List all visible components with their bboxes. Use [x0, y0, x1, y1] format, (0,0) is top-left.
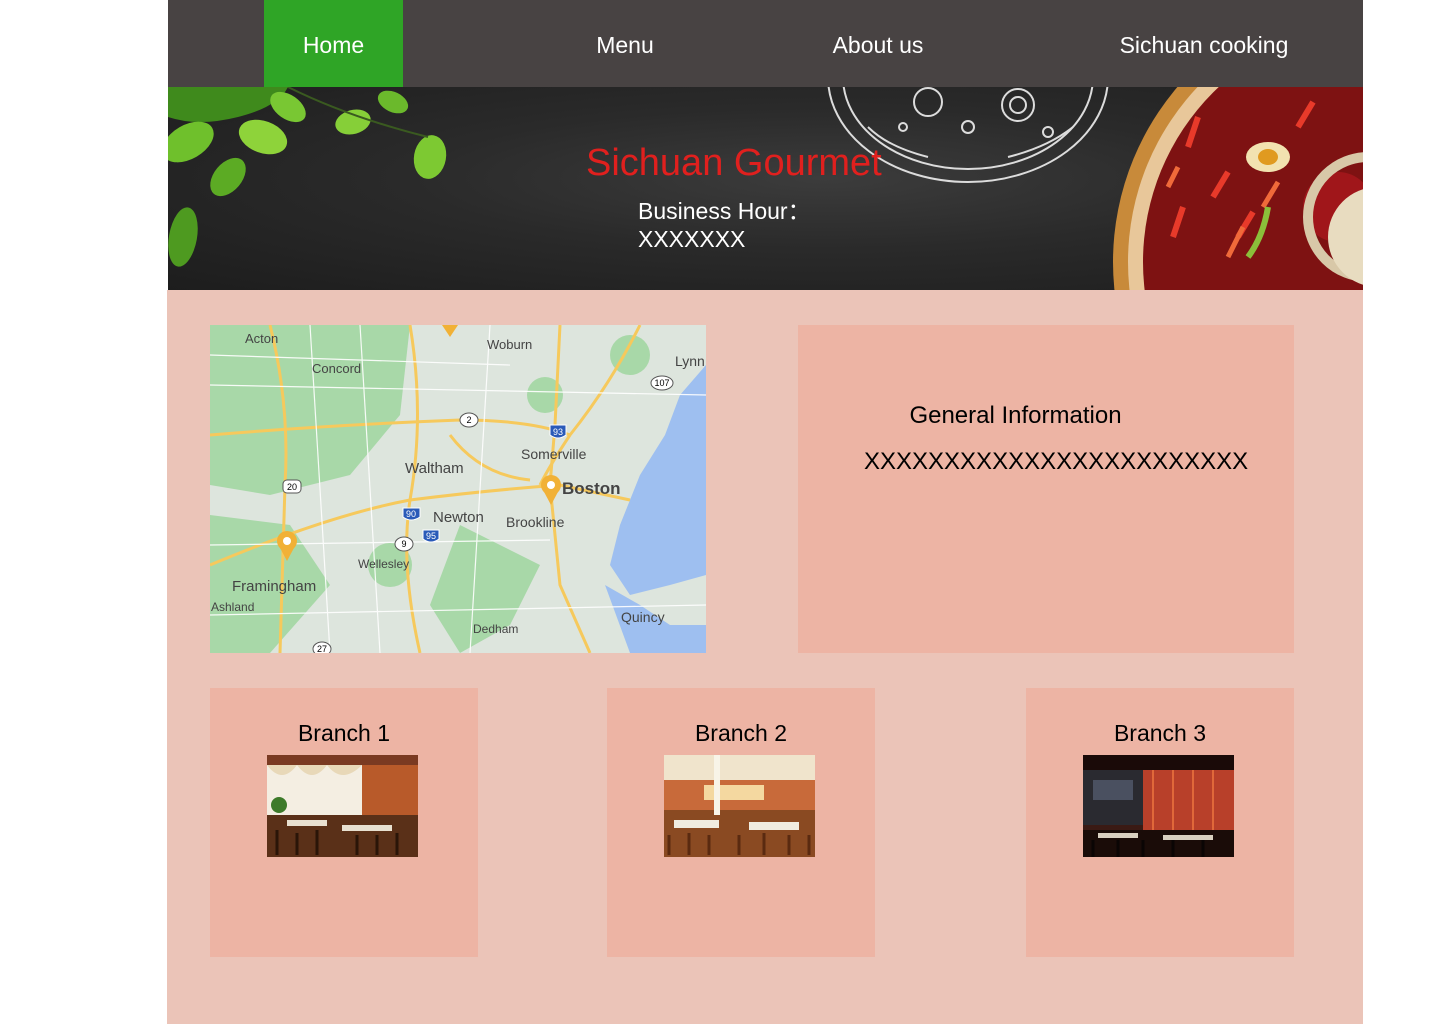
nav-item-home[interactable]: Home [264, 0, 403, 87]
map-label-brookline: Brookline [506, 514, 565, 530]
hero-banner: Sichuan Gourmet Business Hour： XXXXXXX [168, 87, 1363, 290]
interstate-95-shield: 95 [422, 529, 440, 543]
general-information-body: XXXXXXXXXXXXXXXXXXXXXXXX [864, 448, 1249, 475]
route-9-shield: 9 [394, 536, 414, 552]
hotpot-bowl-image [1113, 87, 1363, 290]
route-2-shield: 2 [459, 412, 479, 428]
location-map[interactable]: Acton Woburn Lynn Concord Somerville Wal… [210, 325, 706, 653]
map-label-quincy: Quincy [621, 609, 665, 625]
map-label-newton: Newton [433, 509, 484, 526]
branch-2-photo[interactable] [664, 755, 815, 857]
map-label-boston: Boston [562, 479, 621, 498]
interstate-93-shield: 93 [549, 424, 567, 439]
branch-1-photo[interactable] [267, 755, 418, 857]
branch-2-title: Branch 2 [694, 720, 788, 746]
map-graphic: Acton Woburn Lynn Concord Somerville Wal… [210, 325, 706, 653]
business-hours: Business Hour： XXXXXXX [638, 197, 811, 253]
branch-2-dining-room-image [664, 755, 815, 857]
general-information-card: General Information XXXXXXXXXXXXXXXXXXXX… [798, 325, 1294, 653]
svg-text:95: 95 [426, 531, 436, 541]
banner-decoration [168, 87, 1363, 290]
nav-item-about-us[interactable]: About us [788, 0, 968, 87]
top-nav: Home Menu About us Sichuan cooking [168, 0, 1363, 87]
branch-card-2[interactable]: Branch 2 [607, 688, 875, 957]
svg-text:27: 27 [317, 644, 327, 653]
map-label-wellesley: Wellesley [358, 557, 409, 571]
svg-text:2: 2 [466, 415, 471, 425]
leaves-decoration [168, 87, 447, 267]
map-label-waltham: Waltham [405, 460, 464, 477]
business-hours-label: Business Hour： [638, 198, 811, 224]
nav-item-sichuan-cooking[interactable]: Sichuan cooking [1088, 0, 1320, 87]
map-label-woburn: Woburn [487, 337, 532, 352]
general-information-title: General Information [909, 402, 1122, 429]
branch-1-title: Branch 1 [297, 720, 391, 746]
branch-3-photo[interactable] [1083, 755, 1234, 857]
branch-3-title: Branch 3 [1113, 720, 1207, 746]
svg-text:20: 20 [287, 482, 297, 492]
map-label-ashland: Ashland [211, 600, 254, 614]
branch-3-dining-room-image [1083, 755, 1234, 857]
svg-text:9: 9 [401, 539, 406, 549]
map-label-framingham: Framingham [232, 578, 316, 595]
svg-text:90: 90 [406, 509, 416, 519]
map-label-dedham: Dedham [473, 622, 518, 636]
map-label-somerville: Somerville [521, 446, 587, 462]
main-content: Acton Woburn Lynn Concord Somerville Wal… [167, 290, 1363, 1024]
branch-1-dining-room-image [267, 755, 418, 857]
route-107-shield: 107 [650, 375, 674, 391]
map-label-lynn: Lynn [675, 353, 705, 369]
map-label-concord: Concord [312, 361, 361, 376]
route-20-shield: 20 [282, 479, 302, 494]
branch-card-3[interactable]: Branch 3 [1026, 688, 1294, 957]
route-27-shield: 27 [312, 641, 332, 653]
business-hours-value: XXXXXXX [638, 226, 746, 252]
page: Home Menu About us Sichuan cooking Sichu… [167, 0, 1363, 1024]
svg-text:107: 107 [654, 378, 669, 388]
interstate-90-shield: 90 [402, 507, 421, 521]
map-label-acton: Acton [245, 331, 278, 346]
nav-item-menu[interactable]: Menu [548, 0, 702, 87]
restaurant-title: Sichuan Gourmet [586, 142, 882, 184]
svg-text:93: 93 [553, 427, 563, 437]
branch-card-1[interactable]: Branch 1 [210, 688, 478, 957]
